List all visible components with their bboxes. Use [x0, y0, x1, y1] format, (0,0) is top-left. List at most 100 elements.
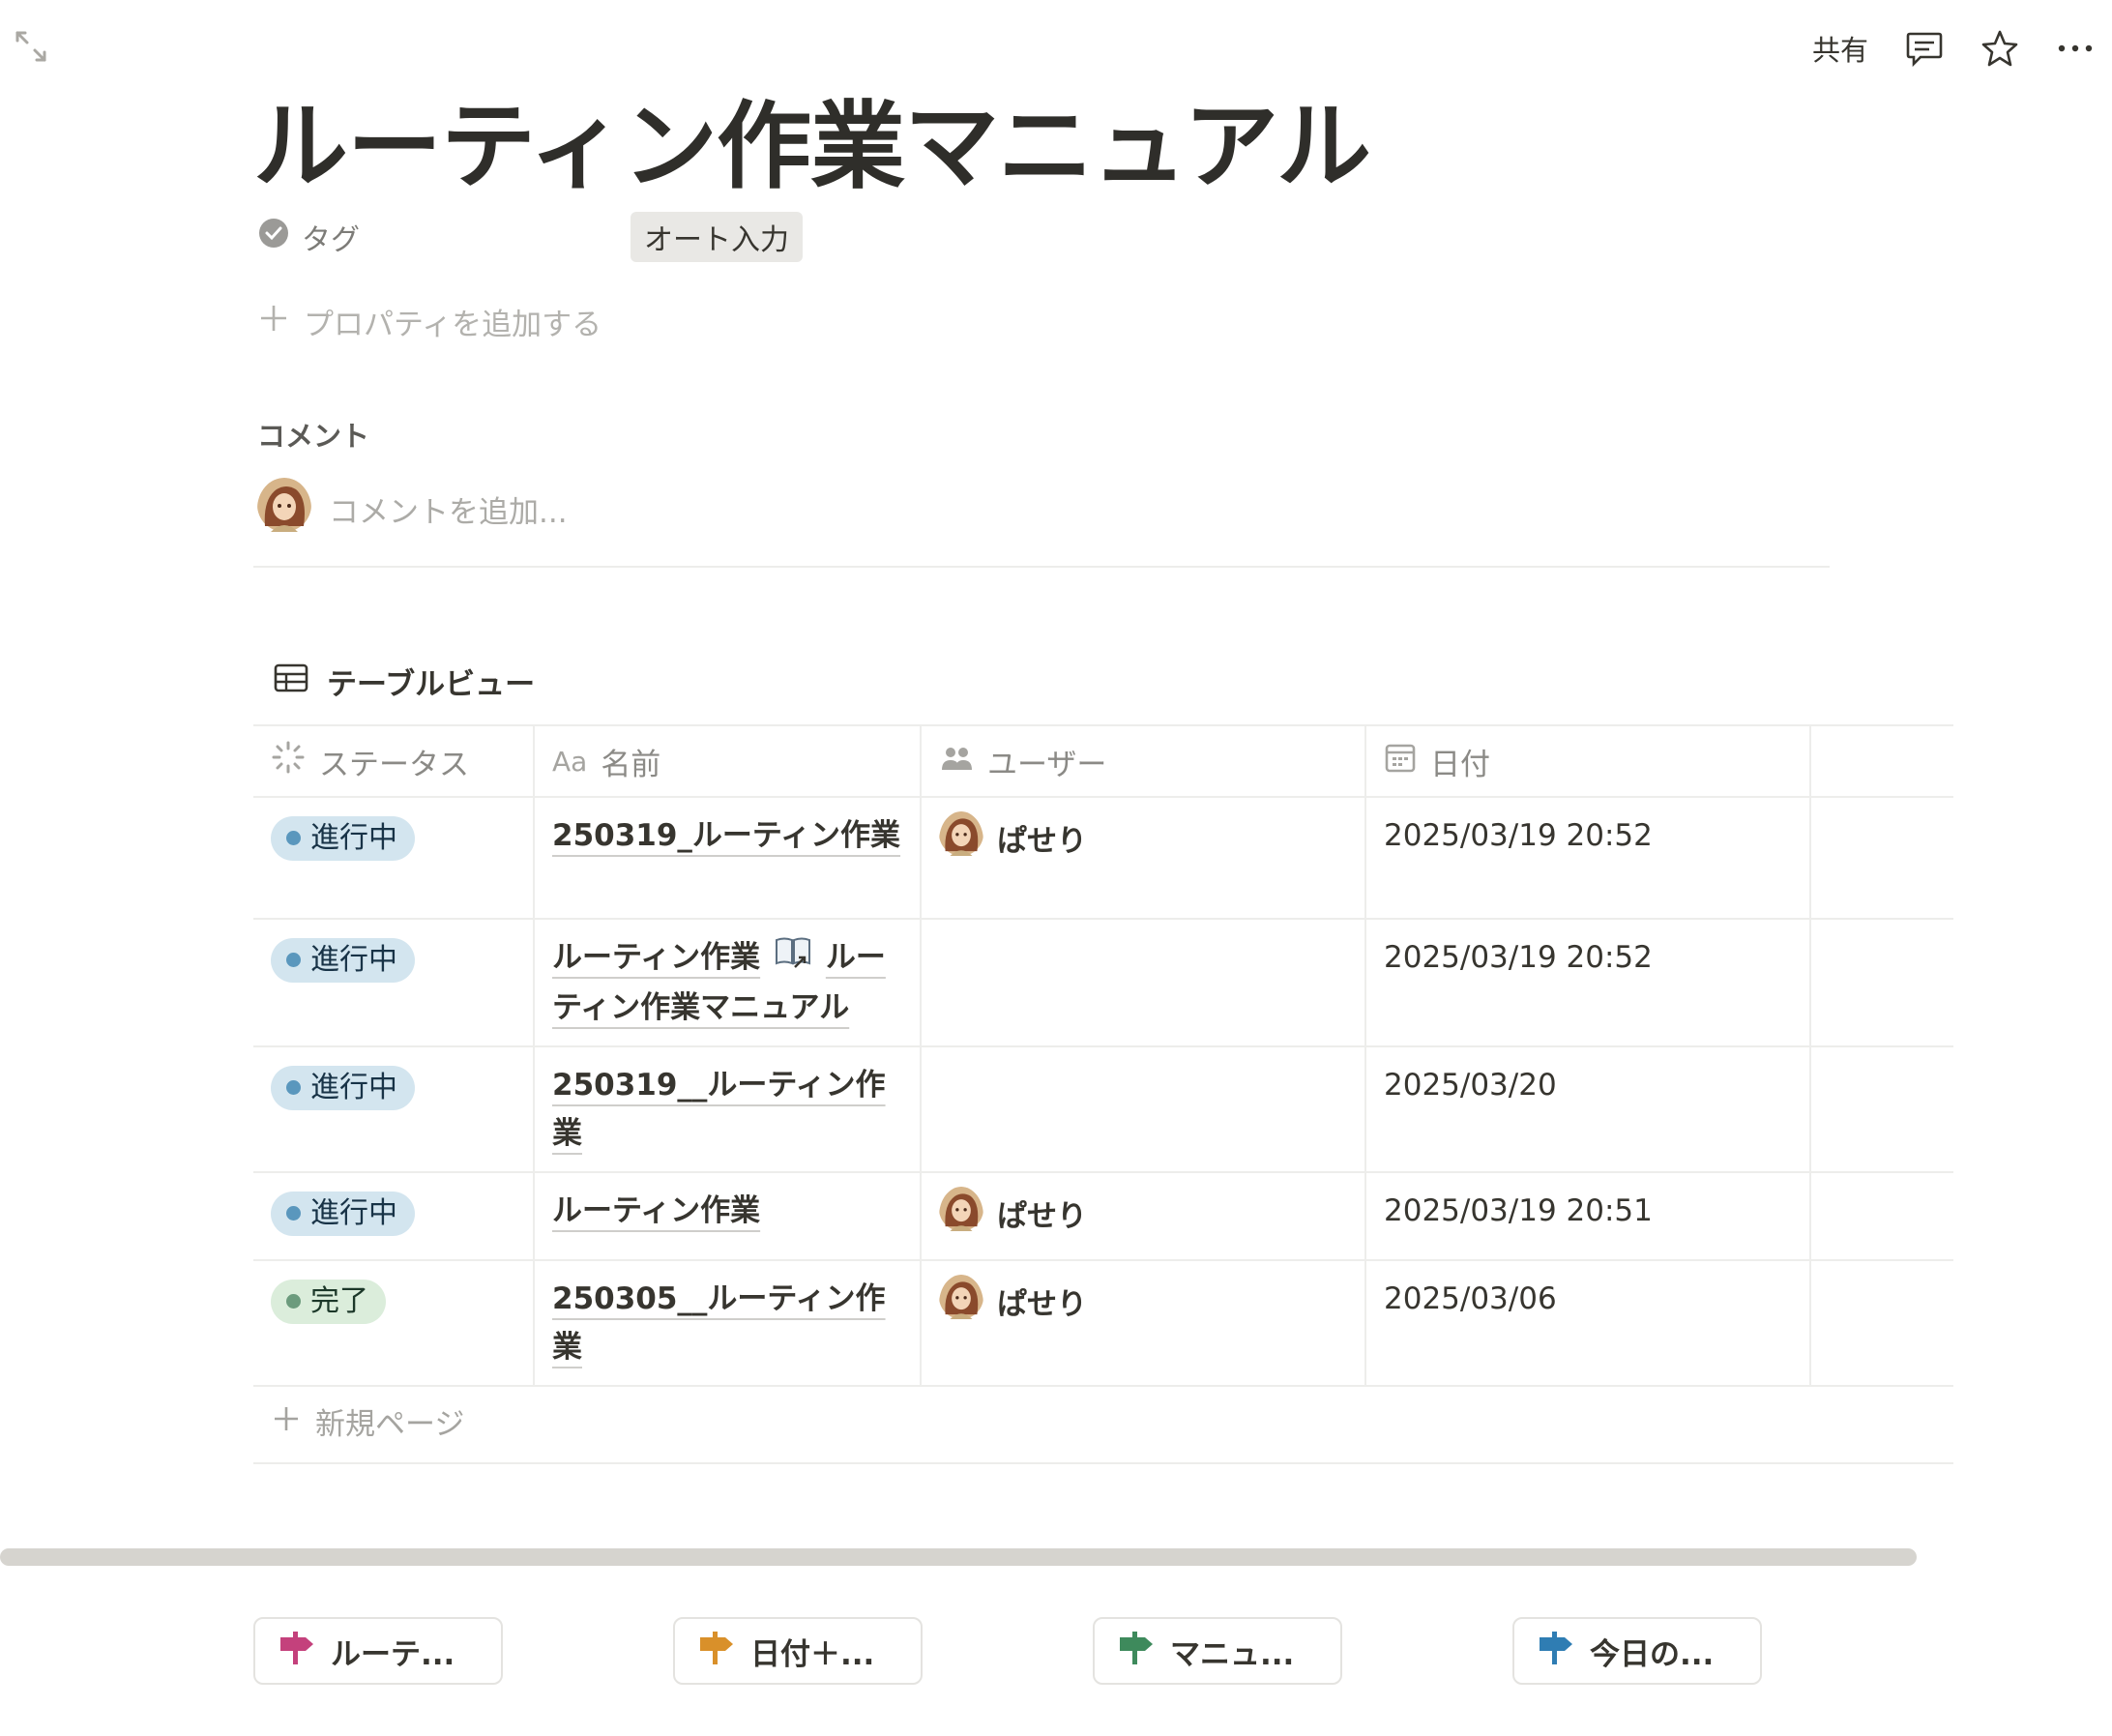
text-aa-icon: Aa	[552, 745, 588, 778]
user-name: ぱせり	[997, 1286, 1087, 1322]
signpost-icon	[1116, 1628, 1155, 1674]
user-cell[interactable]	[921, 1045, 1366, 1173]
status-cell[interactable]: 進行中	[253, 796, 535, 920]
table-view-tab[interactable]: テーブルビュー	[273, 660, 535, 703]
empty-cell[interactable]	[1810, 796, 1953, 920]
empty-cell[interactable]	[1810, 1259, 1953, 1387]
row-name-link[interactable]: ルーティン作業	[552, 940, 760, 975]
column-header-name[interactable]: Aa 名前	[534, 724, 922, 798]
new-page-button[interactable]: 新規ページ	[271, 1400, 1936, 1449]
table-row[interactable]: 進行中 ルーティン作業 ルーティン作業マニュアル 2025/03/19 20:5…	[253, 918, 1953, 1047]
plus-icon	[271, 1400, 302, 1449]
status-dot-icon	[286, 1080, 301, 1095]
status-label: 進行中	[310, 820, 397, 855]
status-dot-icon	[286, 953, 301, 967]
button-label: 日付＋...	[750, 1636, 875, 1672]
divider	[253, 566, 1830, 568]
user-cell[interactable]	[921, 918, 1366, 1047]
column-header-label: ユーザー	[987, 747, 1107, 782]
column-header-label: 日付	[1430, 747, 1490, 782]
row-name-link[interactable]: ルーティン作業	[552, 1193, 760, 1228]
add-property-button[interactable]: プロパティを追加する	[257, 300, 601, 343]
status-dot-icon	[286, 1206, 301, 1221]
database-table: ステータス Aa 名前 ユーザー 日付 進行中 250319_ルーティン作業 ぱ…	[253, 724, 1953, 1464]
column-header-date[interactable]: 日付	[1365, 724, 1811, 798]
tag-value-pill[interactable]: オート入力	[631, 212, 803, 262]
share-button[interactable]: 共有	[1812, 28, 1868, 69]
name-cell[interactable]: ルーティン作業 ルーティン作業マニュアル	[534, 918, 922, 1047]
status-dot-icon	[286, 831, 301, 845]
star-icon[interactable]	[1980, 29, 2019, 68]
table-row[interactable]: 進行中 250319__ルーティン作業 2025/03/20	[253, 1045, 1953, 1173]
comments-heading: コメント	[257, 420, 370, 453]
avatar	[939, 1187, 983, 1246]
name-cell[interactable]: ルーティン作業	[534, 1171, 922, 1261]
user-cell[interactable]: ぱせり	[921, 1259, 1366, 1387]
empty-cell[interactable]	[1810, 1045, 1953, 1173]
status-badge: 進行中	[271, 937, 415, 983]
comment-input-row[interactable]: コメントを追加...	[257, 478, 568, 540]
row-name-link[interactable]: 250319_ルーティン作業	[552, 818, 900, 853]
name-cell[interactable]: 250319__ルーティン作業	[534, 1045, 922, 1173]
signpost-icon	[1536, 1628, 1574, 1674]
status-cell[interactable]: 進行中	[253, 1045, 535, 1173]
avatar	[939, 811, 983, 870]
date-cell[interactable]: 2025/03/20	[1365, 1045, 1811, 1173]
button-label: マニュ...	[1170, 1636, 1295, 1672]
property-tag-name[interactable]: タグ	[257, 216, 631, 258]
status-label: 進行中	[310, 1195, 397, 1230]
date-cell[interactable]: 2025/03/19 20:52	[1365, 796, 1811, 920]
table-row[interactable]: 完了 250305__ルーティン作業 ぱせり 2025/03/06	[253, 1259, 1953, 1387]
plus-icon	[257, 302, 290, 342]
avatar	[257, 478, 311, 540]
calendar-icon	[1384, 741, 1417, 781]
row-name-link[interactable]: 250319__ルーティン作業	[552, 1068, 886, 1151]
column-header-status[interactable]: ステータス	[253, 724, 535, 798]
date-cell[interactable]: 2025/03/19 20:52	[1365, 918, 1811, 1047]
people-icon	[939, 743, 974, 780]
date-cell[interactable]: 2025/03/19 20:51	[1365, 1171, 1811, 1261]
name-cell[interactable]: 250305__ルーティン作業	[534, 1259, 922, 1387]
add-property-label: プロパティを追加する	[304, 308, 602, 342]
status-label: 完了	[310, 1283, 368, 1318]
horizontal-scrollbar[interactable]	[0, 1548, 1917, 1566]
top-toolbar: 共有	[1812, 19, 2095, 77]
user-cell[interactable]: ぱせり	[921, 1171, 1366, 1261]
status-cell[interactable]: 進行中	[253, 1171, 535, 1261]
column-header-extra[interactable]	[1810, 724, 1953, 798]
action-button-manual[interactable]: マニュ...	[1093, 1617, 1342, 1685]
status-label: 進行中	[310, 942, 397, 977]
status-cell[interactable]: 進行中	[253, 918, 535, 1047]
signpost-icon	[277, 1628, 315, 1674]
avatar	[939, 1275, 983, 1334]
empty-cell[interactable]	[1810, 1171, 1953, 1261]
column-header-label: 名前	[601, 747, 661, 782]
new-page-row[interactable]: 新規ページ	[253, 1385, 1953, 1464]
action-button-date[interactable]: 日付＋...	[673, 1617, 923, 1685]
check-circle-icon	[257, 217, 290, 257]
column-header-user[interactable]: ユーザー	[921, 724, 1366, 798]
empty-cell[interactable]	[1810, 918, 1953, 1047]
user-cell[interactable]: ぱせり	[921, 796, 1366, 920]
date-cell[interactable]: 2025/03/06	[1365, 1259, 1811, 1387]
property-tag-label: タグ	[302, 223, 360, 257]
row-name-link[interactable]: 250305__ルーティン作業	[552, 1281, 886, 1365]
page-title[interactable]: ルーティン作業マニュアル	[253, 70, 1371, 207]
user-name: ぱせり	[997, 1198, 1087, 1234]
table-row[interactable]: 進行中 250319_ルーティン作業 ぱせり 2025/03/19 20:52	[253, 796, 1953, 920]
table-row[interactable]: 進行中 ルーティン作業 ぱせり 2025/03/19 20:51	[253, 1171, 1953, 1261]
action-button-routine[interactable]: ルーテ...	[253, 1617, 503, 1685]
status-cell[interactable]: 完了	[253, 1259, 535, 1387]
comment-input[interactable]: コメントを追加...	[329, 487, 568, 531]
action-button-today[interactable]: 今日の...	[1512, 1617, 1762, 1685]
status-badge: 進行中	[271, 1065, 415, 1110]
comment-icon[interactable]	[1905, 29, 1944, 68]
status-badge: 完了	[271, 1279, 386, 1324]
column-header-label: ステータス	[319, 747, 469, 782]
status-dot-icon	[286, 1294, 301, 1309]
table-header-row: ステータス Aa 名前 ユーザー 日付	[253, 724, 1953, 798]
property-tag: タグ オート入力	[257, 212, 803, 262]
more-icon[interactable]	[2056, 29, 2095, 68]
name-cell[interactable]: 250319_ルーティン作業	[534, 796, 922, 920]
expand-icon[interactable]	[14, 29, 48, 64]
